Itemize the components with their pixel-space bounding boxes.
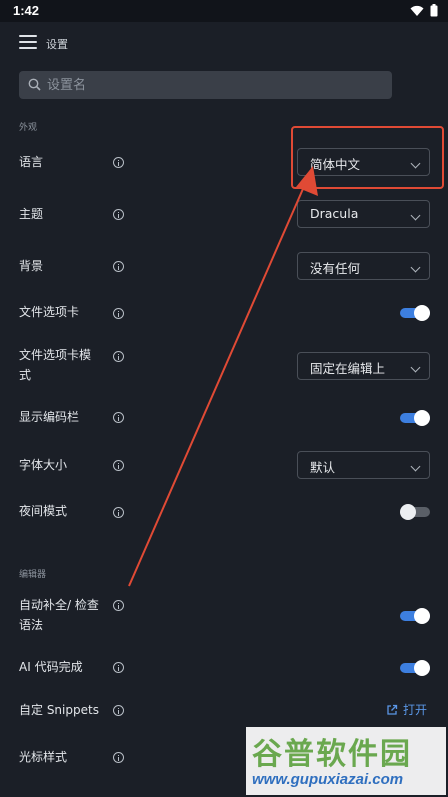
background-select[interactable]: 没有任何 — [297, 252, 430, 280]
chevron-down-icon — [410, 362, 421, 373]
status-bar: 1:42 — [0, 0, 448, 22]
status-time: 1:42 — [13, 3, 40, 18]
theme-select-value: Dracula — [310, 206, 359, 221]
info-icon[interactable] — [113, 209, 124, 220]
chevron-down-icon — [410, 461, 421, 472]
info-icon[interactable] — [113, 460, 124, 471]
setting-label-ai-completion: AI 代码完成 — [19, 660, 83, 674]
setting-label-show-toolbar: 显示编码栏 — [19, 410, 80, 424]
show-toolbar-toggle[interactable] — [400, 410, 430, 426]
info-icon[interactable] — [113, 600, 124, 611]
background-select-value: 没有任何 — [310, 261, 361, 276]
info-icon[interactable] — [113, 752, 124, 763]
section-header-appearance: 外观 — [19, 123, 38, 133]
watermark-logo: 谷普软件园 www.gupuxiazai.com — [246, 727, 446, 795]
font-size-select[interactable]: 默认 — [297, 451, 430, 479]
chevron-down-icon — [410, 210, 421, 221]
annotation-highlight-box — [291, 126, 444, 189]
setting-label-font-size: 字体大小 — [19, 458, 68, 472]
search-icon — [28, 78, 41, 91]
search-input[interactable] — [47, 75, 377, 95]
setting-label-file-tabs-mode-line2: 式 — [19, 368, 32, 382]
watermark-title: 谷普软件园 — [252, 737, 412, 772]
file-tabs-toggle[interactable] — [400, 305, 430, 321]
info-icon[interactable] — [113, 705, 124, 716]
annotation-arrow — [128, 166, 318, 587]
setting-label-night-mode: 夜间模式 — [19, 504, 68, 518]
page-title: 设置 — [46, 38, 68, 51]
night-mode-toggle[interactable] — [400, 504, 430, 520]
info-icon[interactable] — [113, 351, 124, 362]
file-tabs-mode-select-value: 固定在编辑上 — [310, 361, 386, 376]
setting-label-autocomplete-line2: 语法 — [19, 618, 44, 632]
info-icon[interactable] — [113, 157, 124, 168]
setting-label-file-tabs: 文件选项卡 — [19, 305, 80, 319]
open-snippets-link[interactable]: 打开 — [386, 701, 427, 718]
app-header: 设置 — [0, 22, 448, 66]
setting-label-cursor-style: 光标样式 — [19, 750, 68, 764]
setting-label-theme: 主题 — [19, 207, 44, 221]
info-icon[interactable] — [113, 507, 124, 518]
setting-label-file-tabs-mode: 文件选项卡模 — [19, 348, 92, 362]
ai-completion-toggle[interactable] — [400, 660, 430, 676]
battery-icon — [430, 4, 438, 17]
setting-label-autocomplete: 自动补全/ 检查 — [19, 598, 99, 612]
info-icon[interactable] — [113, 308, 124, 319]
setting-label-background: 背景 — [19, 259, 44, 273]
external-link-icon — [387, 704, 398, 715]
info-icon[interactable] — [113, 662, 124, 673]
setting-label-custom-snippets: 自定 Snippets — [19, 703, 99, 717]
info-icon[interactable] — [113, 412, 124, 423]
open-snippets-label: 打开 — [403, 703, 428, 717]
section-header-editor: 编辑器 — [19, 570, 47, 580]
font-size-select-value: 默认 — [310, 460, 336, 475]
info-icon[interactable] — [113, 261, 124, 272]
autocomplete-toggle[interactable] — [400, 608, 430, 624]
chevron-down-icon — [410, 262, 421, 273]
wifi-icon — [410, 5, 424, 16]
theme-select[interactable]: Dracula — [297, 200, 430, 228]
file-tabs-mode-select[interactable]: 固定在编辑上 — [297, 352, 430, 380]
hamburger-menu-icon[interactable] — [19, 34, 37, 50]
setting-label-language: 语言 — [19, 155, 44, 169]
settings-search-box[interactable] — [19, 71, 392, 99]
watermark-url: www.gupuxiazai.com — [252, 771, 404, 788]
